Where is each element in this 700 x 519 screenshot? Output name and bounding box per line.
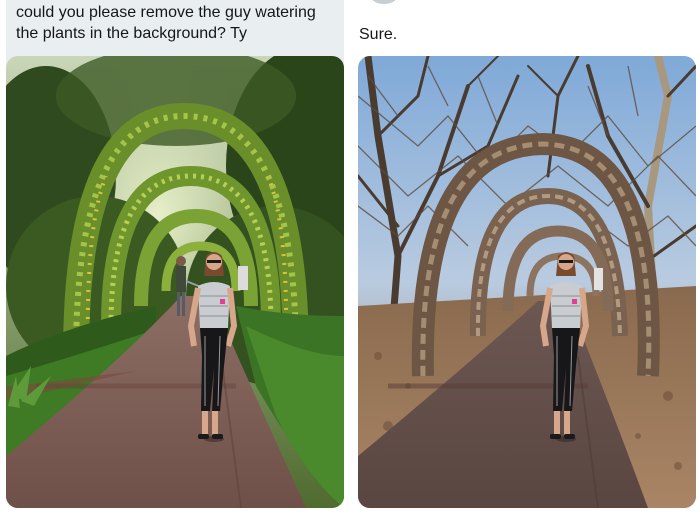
avatar[interactable] [370,0,398,4]
original-photo[interactable] [6,56,344,508]
request-line-1: could you please remove the guy watering [16,4,316,21]
request-message: could you please remove the guy watering… [16,2,338,44]
reply-message: Sure. [359,26,398,43]
request-line-2: the plants in the background? Ty [16,25,247,42]
edited-photo[interactable] [358,56,696,508]
